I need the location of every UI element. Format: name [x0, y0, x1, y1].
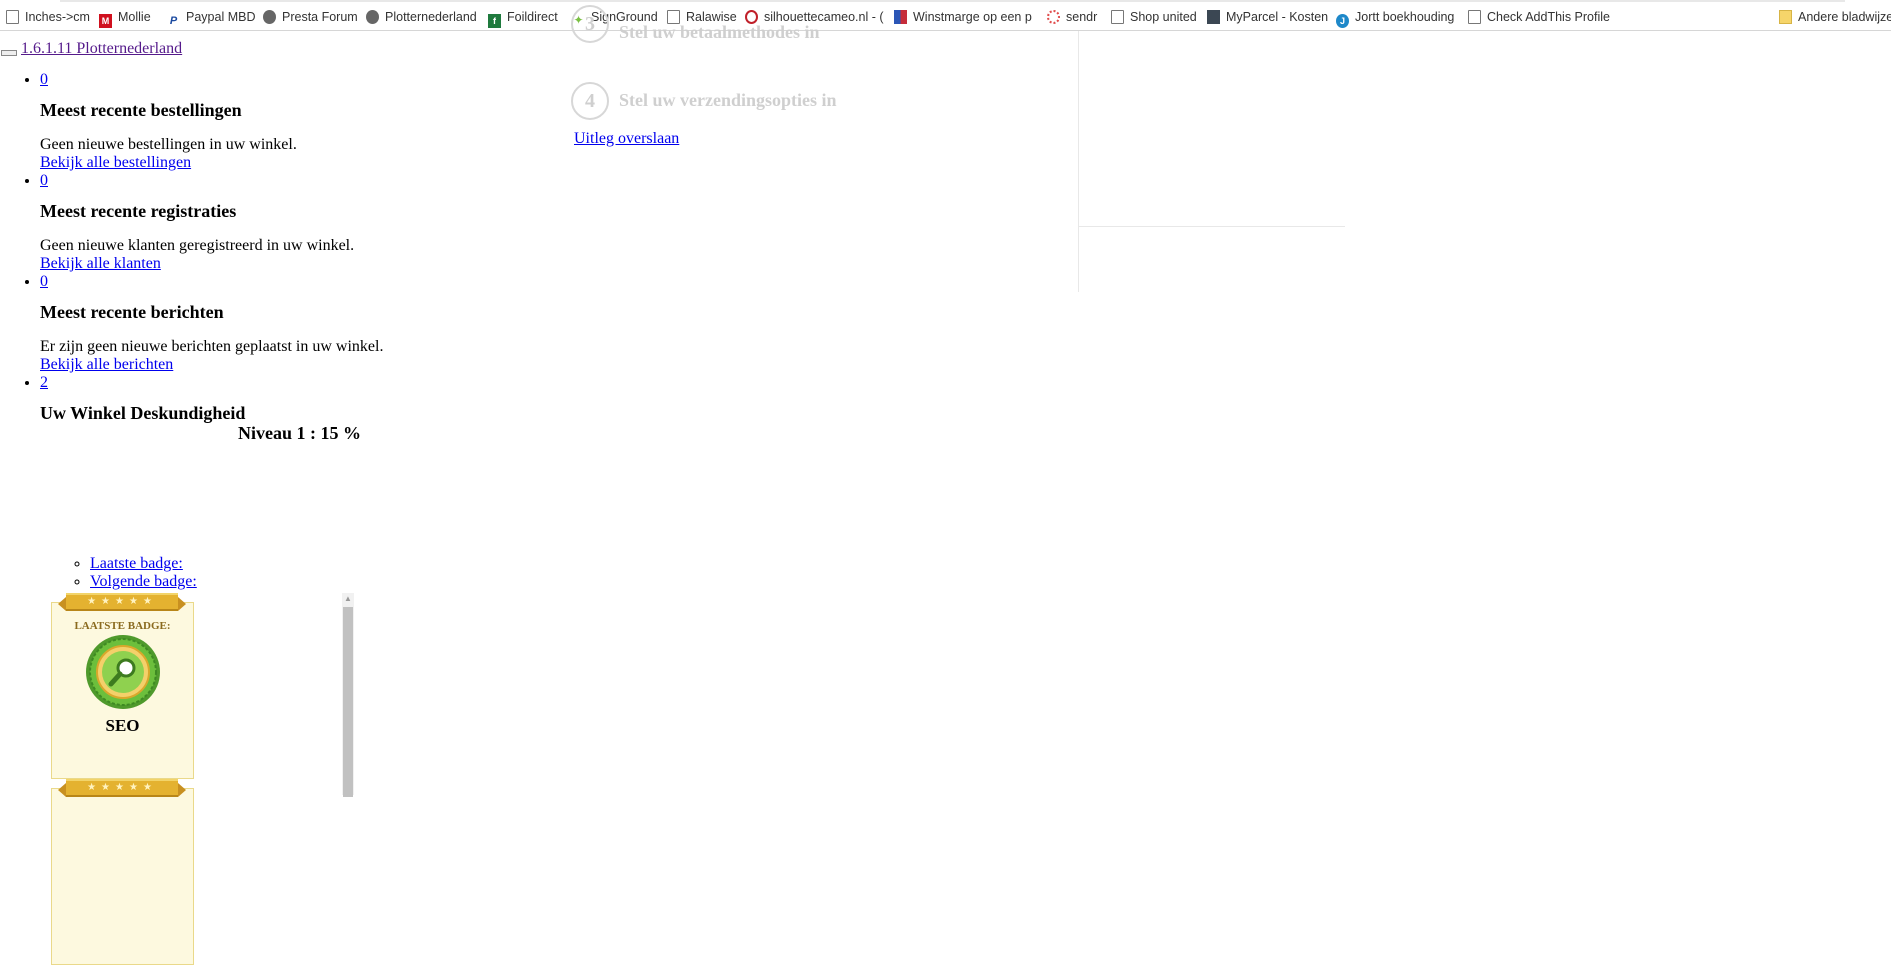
bookmark-label: Inches->cm	[25, 10, 90, 24]
bookmark-presta-forum[interactable]: Presta Forum	[263, 9, 358, 25]
stars-ribbon: ★★★★★	[58, 779, 186, 797]
next-badge-card: ★★★★★	[51, 779, 194, 965]
view-all-customers-link[interactable]: Bekijk alle klanten	[40, 255, 161, 272]
myparcel-icon	[1207, 10, 1220, 24]
paypal-icon: P	[169, 15, 178, 27]
bookmark-label: Andere bladwijzers	[1798, 10, 1891, 24]
messages-text: Er zijn geen nieuwe berichten geplaatst …	[40, 338, 384, 355]
orders-text: Geen nieuwe bestellingen in uw winkel.	[40, 136, 297, 153]
customers-count-item: 0 Meest recente registraties Geen nieuwe…	[40, 172, 600, 273]
bookmark-label: Plotternederland	[385, 10, 477, 24]
menu-toggle-button[interactable]	[1, 50, 17, 56]
view-all-messages-link[interactable]: Bekijk alle berichten	[40, 356, 173, 373]
bookmark-plotternederland[interactable]: Plotternederland	[366, 9, 477, 25]
orders-count-item: 0 Meest recente bestellingen Geen nieuwe…	[40, 71, 600, 172]
bookmark-foildirect[interactable]: f Foildirect	[488, 9, 558, 28]
expertise-title: Uw Winkel Deskundigheid	[40, 403, 246, 423]
notification-list: 0 Meest recente bestellingen Geen nieuwe…	[0, 71, 600, 442]
bookmark-label: Jortt boekhouding	[1355, 10, 1455, 24]
step-4-label: Stel uw verzendingsopties in	[619, 90, 837, 110]
prestashop-icon	[263, 10, 276, 24]
bookmark-label: Foildirect	[507, 10, 558, 24]
bookmark-label: Paypal MBD	[186, 10, 256, 24]
step-4-circle: 4	[571, 82, 609, 120]
bookmark-inches-cm[interactable]: Inches->cm	[6, 9, 90, 25]
bookmark-label: sendr	[1066, 10, 1098, 24]
page-icon	[6, 10, 19, 24]
grid-icon	[894, 10, 907, 24]
skip-tutorial-link[interactable]: Uitleg overslaan	[574, 130, 679, 148]
bookmark-sendr[interactable]: sendr	[1047, 9, 1097, 25]
bookmark-shop-united[interactable]: Shop united	[1111, 9, 1197, 25]
bookmark-winstmarge[interactable]: Winstmarge op een p	[894, 9, 1032, 25]
shop-version-link[interactable]: 1.6.1.11 Plotternederland	[21, 40, 182, 58]
expertise-count-link[interactable]: 2	[40, 374, 48, 391]
bookmark-label: Shop united	[1130, 10, 1197, 24]
bookmark-label: Presta Forum	[282, 10, 358, 24]
seo-badge-medal-icon	[86, 635, 160, 709]
bookmark-addthis[interactable]: Check AddThis Profile	[1468, 9, 1610, 25]
scroll-up-arrow-icon[interactable]: ▲	[342, 593, 354, 605]
admin-page: 1.6.1.11 Plotternederland 0 Meest recent…	[0, 5, 1891, 965]
customers-title: Meest recente registraties	[40, 201, 237, 221]
badge-scrollbar[interactable]: ▲	[342, 593, 354, 797]
orders-count-link[interactable]: 0	[40, 71, 48, 88]
bookmark-mollie[interactable]: M Mollie	[99, 9, 151, 28]
expertise-level: Niveau 1 : 15 %	[238, 423, 361, 443]
bookmark-myparcel[interactable]: MyParcel - Kosten	[1207, 9, 1328, 25]
expertise-count-item: 2 Uw Winkel Deskundigheid Niveau 1 : 15 …	[40, 374, 600, 442]
bookmark-paypal[interactable]: P Paypal MBD	[167, 9, 256, 27]
expertise-panel: Uw Winkel Deskundigheid Niveau 1 : 15 %	[40, 404, 600, 442]
badge-links-list: Laatste badge: Volgende badge:	[74, 555, 197, 591]
step-3-circle: 3	[571, 5, 609, 43]
messages-count-link[interactable]: 0	[40, 273, 48, 290]
badge-link-item: Volgende badge:	[90, 573, 197, 591]
customers-text: Geen nieuwe klanten geregistreerd in uw …	[40, 237, 355, 254]
step-3-label: Stel uw betaalmethodes in	[619, 22, 820, 42]
jortt-icon: J	[1336, 14, 1349, 28]
next-badge-link[interactable]: Volgende badge:	[90, 573, 197, 590]
badge-label: LAATSTE BADGE:	[74, 620, 171, 632]
last-badge-link[interactable]: Laatste badge:	[90, 555, 183, 572]
stars-ribbon: ★★★★★	[58, 593, 186, 611]
orders-title: Meest recente bestellingen	[40, 100, 242, 120]
badge-link-item: Laatste badge:	[90, 555, 197, 573]
bookmark-jortt[interactable]: J Jortt boekhouding	[1336, 9, 1455, 28]
bookmark-label: Winstmarge op een p	[913, 10, 1032, 24]
bookmark-label: MyParcel - Kosten	[1226, 10, 1329, 24]
page-icon	[1468, 10, 1481, 24]
bookmarks-bar: Inches->cm M Mollie P Paypal MBD Presta Fo…	[0, 0, 1891, 31]
window-top-edge	[60, 0, 1845, 2]
customers-count-link[interactable]: 0	[40, 172, 48, 189]
panel-divider-horizontal	[1079, 226, 1345, 227]
folder-icon	[1779, 10, 1792, 24]
sendr-icon	[1047, 10, 1060, 24]
scrollbar-thumb[interactable]	[343, 607, 353, 797]
customers-panel: Meest recente registraties Geen nieuwe k…	[40, 202, 600, 273]
messages-count-item: 0 Meest recente berichten Er zijn geen n…	[40, 273, 600, 374]
foildirect-icon: f	[488, 14, 501, 28]
badge-name: SEO	[105, 716, 140, 735]
prestashop-icon	[366, 10, 379, 24]
orders-panel: Meest recente bestellingen Geen nieuwe b…	[40, 101, 600, 172]
bookmark-label: Check AddThis Profile	[1487, 10, 1610, 24]
panel-divider-vertical	[1078, 31, 1079, 292]
view-all-orders-link[interactable]: Bekijk alle bestellingen	[40, 154, 191, 171]
mollie-icon: M	[99, 14, 112, 28]
bookmark-label: Mollie	[118, 10, 151, 24]
messages-panel: Meest recente berichten Er zijn geen nie…	[40, 303, 600, 374]
page-icon	[1111, 10, 1124, 24]
bookmark-other[interactable]: Andere bladwijzers	[1779, 9, 1891, 25]
messages-title: Meest recente berichten	[40, 302, 224, 322]
last-badge-card: ★★★★★ LAATSTE BADGE: SEO	[51, 593, 194, 779]
